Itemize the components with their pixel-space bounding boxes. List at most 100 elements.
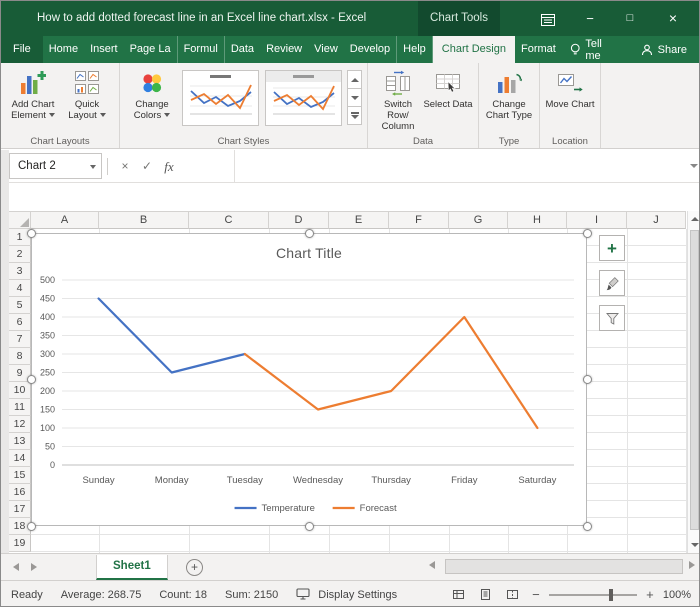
column-header-F[interactable]: F <box>389 211 449 229</box>
tab-file[interactable]: File <box>1 36 43 63</box>
row-header-4[interactable]: 4 <box>9 280 31 297</box>
vscroll-thumb[interactable] <box>690 230 699 530</box>
tab-page-la[interactable]: Page La <box>124 36 178 63</box>
chart-resize-handle-s[interactable] <box>304 521 314 531</box>
dropdown-caret-icon <box>99 113 106 117</box>
change-chart-type-button[interactable]: Change Chart Type <box>484 66 534 121</box>
zoom-level[interactable]: 100% <box>663 589 691 601</box>
formula-bar-expand-button[interactable] <box>690 164 698 168</box>
gallery-scroll-up-button[interactable] <box>347 70 362 89</box>
vertical-scrollbar[interactable] <box>687 211 699 553</box>
row-header-7[interactable]: 7 <box>9 331 31 348</box>
column-header-A[interactable]: A <box>31 211 99 229</box>
cancel-button[interactable]: × <box>115 150 135 183</box>
share-button[interactable]: Share <box>627 36 699 63</box>
chart-title[interactable]: Chart Title <box>32 245 586 261</box>
column-header-I[interactable]: I <box>567 211 627 229</box>
chart-resize-handle-w[interactable] <box>26 375 36 384</box>
tab-develop[interactable]: Develop <box>344 36 398 63</box>
column-header-J[interactable]: J <box>627 211 686 229</box>
chart-style-thumbnail-2[interactable] <box>265 70 342 126</box>
chart-resize-handle-sw[interactable] <box>26 521 36 531</box>
row-header-6[interactable]: 6 <box>9 314 31 331</box>
row-header-14[interactable]: 14 <box>9 450 31 467</box>
row-header-11[interactable]: 11 <box>9 399 31 416</box>
view-page-layout-button[interactable] <box>476 586 496 604</box>
new-sheet-button[interactable]: + <box>186 559 203 576</box>
row-header-8[interactable]: 8 <box>9 348 31 365</box>
svg-text:Temperature: Temperature <box>262 503 315 514</box>
select-all-button[interactable] <box>9 211 31 229</box>
scroll-down-button[interactable] <box>688 537 699 553</box>
chart-style-thumbnail-1[interactable] <box>182 70 259 126</box>
row-header-10[interactable]: 10 <box>9 382 31 399</box>
change-colors-button[interactable]: Change Colors <box>125 66 179 121</box>
chart-object[interactable]: 0 50 100 150 200 250 300 350 400 450 500 Sunday Mond… <box>31 233 587 526</box>
chart-resize-handle-ne[interactable] <box>582 228 592 238</box>
zoom-in-button[interactable]: + <box>644 587 656 602</box>
chart-resize-handle-e[interactable] <box>582 375 592 384</box>
formula-input[interactable] <box>235 150 685 183</box>
quick-layout-button[interactable]: Quick Layout <box>60 66 114 121</box>
switch-row-column-button[interactable]: Switch Row/ Column <box>373 66 423 132</box>
tab-chart-design[interactable]: Chart Design <box>432 36 515 63</box>
view-page-break-button[interactable] <box>503 586 523 604</box>
minimize-button[interactable]: − <box>571 1 609 36</box>
row-header-15[interactable]: 15 <box>9 467 31 484</box>
maximize-button[interactable]: □ <box>611 1 649 36</box>
sheet-nav-left-button[interactable] <box>13 563 19 571</box>
name-box-dropdown-icon[interactable] <box>90 165 96 169</box>
close-button[interactable]: × <box>651 1 695 36</box>
zoom-slider[interactable] <box>548 588 637 601</box>
row-header-16[interactable]: 16 <box>9 484 31 501</box>
enter-button[interactable]: ✓ <box>137 150 157 183</box>
tab-insert[interactable]: Insert <box>84 36 124 63</box>
select-data-button[interactable]: Select Data <box>423 66 473 110</box>
hscroll-right-button[interactable] <box>689 561 695 569</box>
chart-resize-handle-n[interactable] <box>304 228 314 238</box>
row-header-13[interactable]: 13 <box>9 433 31 450</box>
chart-filters-button[interactable] <box>599 305 625 331</box>
hscroll-thumb[interactable] <box>445 559 683 574</box>
chart-resize-handle-nw[interactable] <box>26 228 36 238</box>
tell-me-button[interactable]: Tell me <box>562 36 627 63</box>
column-header-H[interactable]: H <box>508 211 567 229</box>
row-header-19[interactable]: 19 <box>9 535 31 552</box>
gallery-more-button[interactable] <box>347 106 362 125</box>
row-header-3[interactable]: 3 <box>9 263 31 280</box>
row-header-2[interactable]: 2 <box>9 246 31 263</box>
column-header-B[interactable]: B <box>99 211 189 229</box>
insert-function-button[interactable]: fx <box>159 150 179 183</box>
name-box[interactable]: Chart 2 <box>9 153 102 179</box>
chart-resize-handle-se[interactable] <box>582 521 592 531</box>
display-settings-button[interactable]: Display Settings <box>296 588 397 601</box>
zoom-out-button[interactable]: − <box>530 587 542 602</box>
tab-help[interactable]: Help <box>397 36 433 63</box>
svg-text:50: 50 <box>45 442 55 452</box>
sheet-nav-right-button[interactable] <box>31 563 37 571</box>
tab-formul[interactable]: Formul <box>178 36 225 63</box>
tab-home[interactable]: Home <box>43 36 84 63</box>
tab-review[interactable]: Review <box>260 36 308 63</box>
scroll-up-button[interactable] <box>688 211 699 227</box>
tab-data[interactable]: Data <box>225 36 260 63</box>
row-header-17[interactable]: 17 <box>9 501 31 518</box>
column-header-C[interactable]: C <box>189 211 269 229</box>
ribbon-display-options-button[interactable] <box>529 1 567 36</box>
view-normal-button[interactable] <box>449 586 469 604</box>
column-header-E[interactable]: E <box>329 211 389 229</box>
column-header-G[interactable]: G <box>449 211 508 229</box>
zoom-slider-thumb[interactable] <box>608 588 613 601</box>
column-header-D[interactable]: D <box>269 211 329 229</box>
sheet-tab-sheet1[interactable]: Sheet1 <box>96 555 168 580</box>
chart-elements-button[interactable]: + <box>599 235 625 261</box>
row-header-5[interactable]: 5 <box>9 297 31 314</box>
gallery-scroll-down-button[interactable] <box>347 88 362 107</box>
tab-format[interactable]: Format <box>515 36 562 63</box>
add-chart-element-button[interactable]: Add Chart Element <box>6 66 60 121</box>
chart-styles-button[interactable] <box>599 270 625 296</box>
tab-view[interactable]: View <box>308 36 344 63</box>
move-chart-button[interactable]: Move Chart <box>545 66 595 110</box>
hscroll-left-button[interactable] <box>429 561 435 569</box>
row-header-12[interactable]: 12 <box>9 416 31 433</box>
